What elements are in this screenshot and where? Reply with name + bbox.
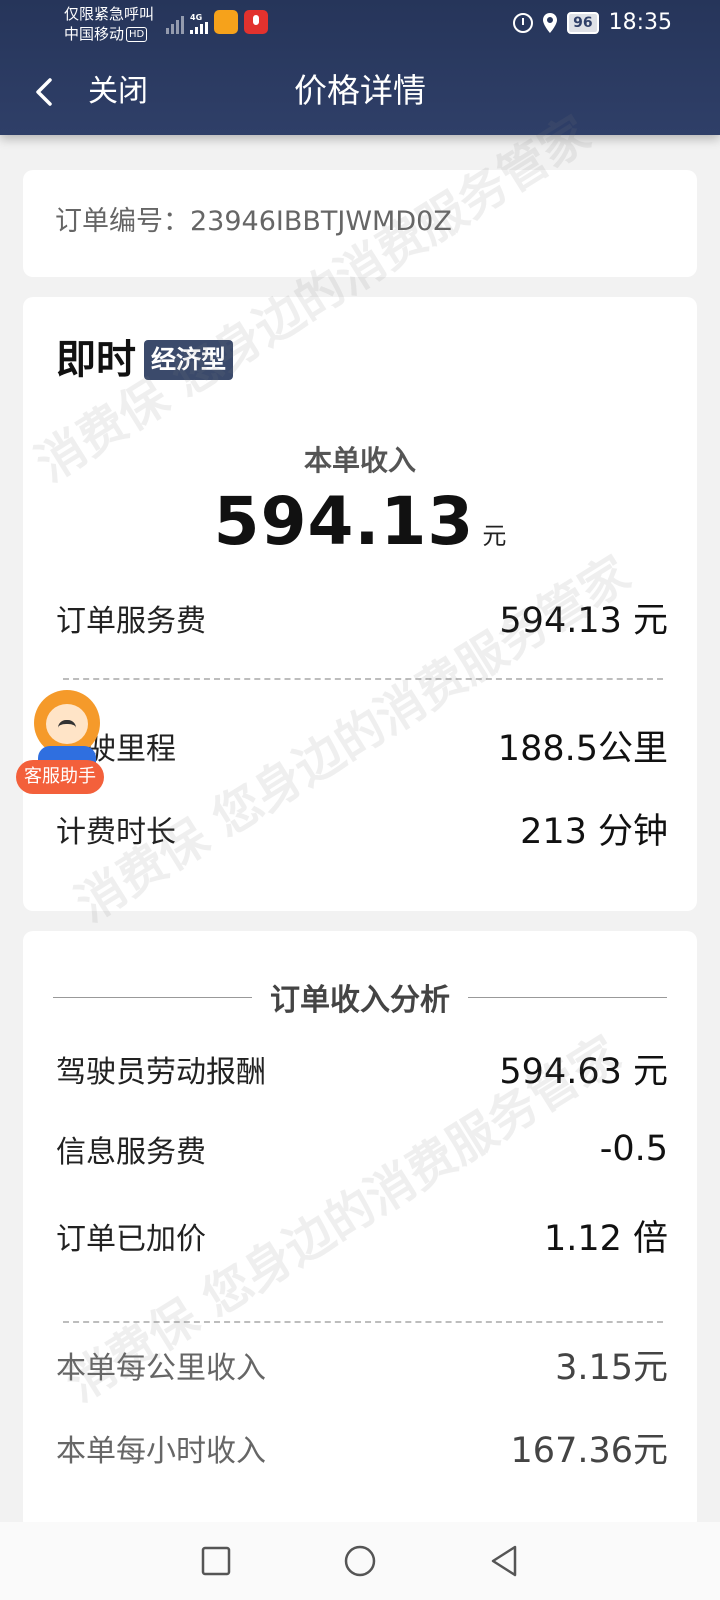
- distance-row: 行驶里程 188.5公里: [56, 720, 668, 771]
- row-label: 订单服务费: [56, 603, 206, 639]
- recent-apps-square-icon[interactable]: [199, 1544, 233, 1578]
- income-value: 594.13: [213, 483, 475, 560]
- row-value: 1.12 倍: [543, 1219, 668, 1259]
- row-label: 信息服务费: [56, 1135, 206, 1170]
- back-triangle-icon[interactable]: [487, 1544, 521, 1578]
- carrier-name: 中国移动: [64, 25, 125, 43]
- app-header: 仅限紧急呼叫 中国移动 HD 4G 96 18:35 关闭 价格详情: [0, 0, 720, 135]
- income-amount: 594.13 元: [23, 483, 697, 560]
- clock-time: 18:35: [608, 10, 672, 35]
- surcharge-row: 订单已加价 1.12 倍: [56, 1210, 668, 1261]
- per-km-row: 本单每公里收入 3.15元: [56, 1339, 668, 1390]
- driver-pay-row: 驾驶员劳动报酬 594.63 元: [56, 1043, 668, 1094]
- service-fee-row: 订单服务费 594.13 元: [56, 592, 668, 643]
- row-label: 订单已加价: [56, 1221, 206, 1257]
- row-value: 594.13 元: [499, 601, 668, 641]
- row-label: 本单每公里收入: [56, 1350, 266, 1386]
- row-label: 计费时长: [56, 814, 176, 850]
- row-label: 本单每小时收入: [56, 1433, 266, 1469]
- income-unit: 元: [482, 522, 507, 550]
- car-class-badge: 经济型: [144, 340, 234, 380]
- emergency-call-text: 仅限紧急呼叫: [64, 5, 155, 23]
- page-title: 价格详情: [294, 71, 426, 110]
- signal-bars-icon: [166, 14, 184, 34]
- duration-row: 计费时长 213 分钟: [56, 803, 668, 854]
- assistant-label: 客服助手: [16, 760, 104, 794]
- location-icon: [543, 12, 558, 33]
- trip-type: 即时 经济型: [56, 335, 234, 385]
- navigation-bar: 关闭 价格详情: [0, 50, 720, 135]
- hd-badge: HD: [126, 27, 148, 42]
- signal-bars-4g-icon: [190, 22, 208, 34]
- row-value: 213 分钟: [520, 812, 668, 852]
- divider: [63, 678, 663, 680]
- carrier-line: 中国移动 HD: [64, 24, 154, 44]
- row-value: 3.15元: [555, 1348, 668, 1388]
- order-number: 订单编号：23946IBBTJWMD0Z: [55, 206, 452, 237]
- per-hour-row: 本单每小时收入 167.36元: [56, 1422, 668, 1473]
- home-circle-icon[interactable]: [343, 1544, 377, 1578]
- row-value: 188.5公里: [497, 729, 668, 769]
- row-value: 594.63 元: [499, 1052, 668, 1092]
- divider: [468, 996, 667, 998]
- status-bar: 仅限紧急呼叫 中国移动 HD 4G 96 18:35: [0, 0, 720, 50]
- row-label: 驾驶员劳动报酬: [56, 1054, 266, 1090]
- row-value: 167.36元: [510, 1431, 668, 1471]
- row-value: -0.5: [599, 1129, 668, 1169]
- battery-icon: 96: [567, 11, 599, 34]
- app-notification-icon: [214, 10, 238, 34]
- status-right: 96 18:35: [513, 10, 672, 35]
- divider: [53, 996, 252, 998]
- network-type: 4G: [190, 13, 203, 22]
- network-indicator: 4G: [190, 13, 208, 34]
- section-title-text: 订单收入分析: [270, 983, 450, 1018]
- alarm-icon: [513, 12, 534, 33]
- microphone-icon: [244, 10, 268, 34]
- info-fee-row: 信息服务费 -0.5: [56, 1127, 668, 1171]
- customer-service-assistant-button[interactable]: 客服助手: [16, 690, 106, 794]
- section-title: 订单收入分析: [53, 975, 667, 1019]
- income-label: 本单收入: [303, 444, 416, 477]
- order-number-card: 订单编号：23946IBBTJWMD0Z: [23, 170, 697, 277]
- trip-type-label: 即时: [56, 337, 136, 383]
- income-analysis-card: 订单收入分析 驾驶员劳动报酬 594.63 元 信息服务费 -0.5 订单已加价…: [23, 931, 697, 1531]
- signal-area: 4G: [166, 10, 268, 34]
- trip-summary-card: 即时 经济型 本单收入 594.13 元 订单服务费 594.13 元 行驶里程 …: [23, 297, 697, 911]
- system-navigation-bar: [0, 1522, 720, 1600]
- divider: [63, 1321, 663, 1323]
- carrier-info: 仅限紧急呼叫 中国移动 HD: [64, 4, 154, 44]
